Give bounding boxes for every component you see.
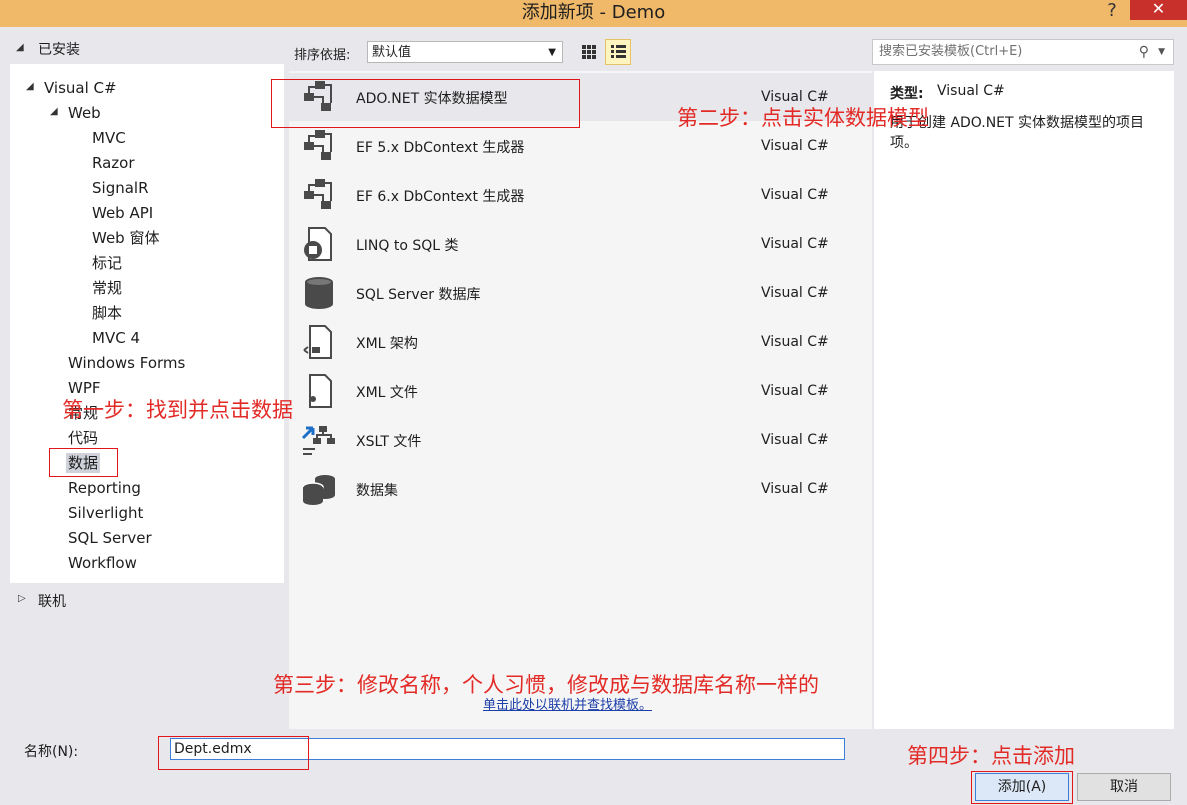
sort-label: 排序依据: [294, 48, 351, 63]
template-list: ADO.NET 实体数据模型 Visual C# EF 5.x DbContex… [289, 71, 872, 729]
template-row-xml-schema[interactable]: XML 架构 Visual C# [289, 318, 872, 366]
annotation-step4: 第四步：点击添加 [907, 744, 1075, 768]
annotation-step2: 第二步：点击实体数据模型 [677, 106, 929, 130]
tree-item-web[interactable]: Web [68, 103, 101, 123]
template-description: 用于创建 ADO.NET 实体数据模型的项目项。 [890, 115, 1145, 151]
database-icon [305, 277, 333, 309]
tree-item-web-forms[interactable]: Web 窗体 [92, 228, 159, 248]
expand-triangle-icon: ◢ [26, 81, 34, 92]
tree-item-code[interactable]: 代码 [68, 428, 98, 448]
add-button[interactable]: 添加(A) [975, 773, 1069, 801]
tree-item-web-general[interactable]: 常规 [92, 278, 122, 298]
dropdown-arrow-icon: ▼ [548, 47, 556, 58]
cancel-button[interactable]: 取消 [1077, 773, 1171, 801]
template-row-linq[interactable]: LINQ to SQL 类 Visual C# [289, 220, 872, 268]
search-placeholder: 搜索已安装模板(Ctrl+E) [879, 44, 1023, 59]
template-language: Visual C# [761, 187, 829, 203]
name-input[interactable]: Dept.edmx [170, 738, 845, 760]
xslt-icon [301, 426, 335, 455]
search-input[interactable]: 搜索已安装模板(Ctrl+E) ⚲ ▼ [872, 39, 1174, 65]
template-category-tree: ◢ Visual C# ◢ Web MVC Razor SignalR Web … [10, 64, 284, 583]
type-value: Visual C# [937, 83, 1005, 99]
template-name: SQL Server 数据库 [356, 287, 481, 303]
template-language: Visual C# [761, 285, 829, 301]
list-view-icon [611, 45, 626, 58]
tree-item-script[interactable]: 脚本 [92, 303, 122, 323]
template-language: Visual C# [761, 236, 829, 252]
title-bar: 添加新项 - Demo ? ✕ [0, 0, 1187, 27]
linq-icon [304, 227, 332, 261]
template-language: Visual C# [761, 383, 829, 399]
template-name: XML 架构 [356, 336, 418, 352]
template-language: Visual C# [761, 138, 829, 154]
tree-item-signalr[interactable]: SignalR [92, 178, 149, 198]
xml-file-icon [309, 374, 332, 408]
template-name: XML 文件 [356, 385, 418, 401]
search-icon: ⚲ [1138, 44, 1149, 60]
template-name: 数据集 [356, 483, 398, 499]
tree-item-mvc4[interactable]: MVC 4 [92, 328, 140, 348]
template-row-dataset[interactable]: 数据集 Visual C# [289, 465, 872, 513]
close-button[interactable]: ✕ [1130, 0, 1187, 20]
template-row-ef6[interactable]: EF 6.x DbContext 生成器 Visual C# [289, 171, 872, 219]
type-label: 类型: [890, 86, 924, 102]
entity-model-icon [304, 81, 332, 111]
template-name: XSLT 文件 [356, 434, 422, 450]
xml-schema-icon [303, 325, 332, 359]
tree-item-workflow[interactable]: Workflow [68, 553, 137, 573]
grid-view-icon [582, 45, 596, 59]
tree-item-razor[interactable]: Razor [92, 153, 135, 173]
toolbar: 排序依据: 默认值 ▼ [289, 36, 872, 70]
tree-item-mvc[interactable]: MVC [92, 128, 126, 148]
annotation-step1: 第一步：找到并点击数据 [62, 398, 293, 422]
tree-item-reporting[interactable]: Reporting [68, 478, 141, 498]
name-label: 名称(N): [24, 744, 79, 760]
installed-label: 已安装 [38, 42, 80, 58]
sort-value: 默认值 [372, 45, 412, 60]
online-label: 联机 [38, 594, 66, 610]
online-header[interactable]: ▷ 联机 [10, 588, 284, 612]
window-title: 添加新项 - Demo [521, 2, 666, 23]
tree-item-visual-csharp[interactable]: Visual C# [44, 78, 117, 98]
tree-item-web-api[interactable]: Web API [92, 203, 153, 223]
list-view-button[interactable] [605, 39, 631, 65]
collapse-triangle-icon: ◢ [16, 42, 24, 53]
dataset-icon [302, 475, 335, 505]
tree-item-sql-server[interactable]: SQL Server [68, 528, 152, 548]
tree-item-silverlight[interactable]: Silverlight [68, 503, 143, 523]
template-name: EF 5.x DbContext 生成器 [356, 140, 525, 156]
template-name: ADO.NET 实体数据模型 [356, 91, 508, 107]
details-panel: 类型: Visual C# 用于创建 ADO.NET 实体数据模型的项目项。 [874, 71, 1174, 729]
search-dropdown-arrow-icon: ▼ [1158, 47, 1165, 57]
entity-model-icon [304, 130, 332, 160]
tree-item-data[interactable]: 数据 [66, 453, 101, 473]
expand-triangle-icon: ◢ [50, 106, 58, 117]
tree-item-windows-forms[interactable]: Windows Forms [68, 353, 185, 373]
grid-view-button[interactable] [576, 39, 602, 65]
annotation-step3: 第三步：修改名称，个人习惯，修改成与数据库名称一样的 [273, 673, 819, 697]
template-language: Visual C# [761, 334, 829, 350]
template-row-sql-db[interactable]: SQL Server 数据库 Visual C# [289, 269, 872, 317]
help-button[interactable]: ? [1102, 0, 1122, 24]
template-language: Visual C# [761, 432, 829, 448]
expand-triangle-icon: ▷ [18, 593, 26, 604]
sort-dropdown[interactable]: 默认值 ▼ [367, 41, 563, 63]
entity-model-icon [304, 179, 332, 209]
template-row-xml-file[interactable]: XML 文件 Visual C# [289, 367, 872, 415]
tree-item-markup[interactable]: 标记 [92, 253, 122, 273]
template-row-xslt[interactable]: XSLT 文件 Visual C# [289, 416, 872, 464]
template-language: Visual C# [761, 481, 829, 497]
template-name: EF 6.x DbContext 生成器 [356, 189, 525, 205]
template-name: LINQ to SQL 类 [356, 238, 459, 254]
installed-header[interactable]: ◢ 已安装 [10, 36, 284, 62]
